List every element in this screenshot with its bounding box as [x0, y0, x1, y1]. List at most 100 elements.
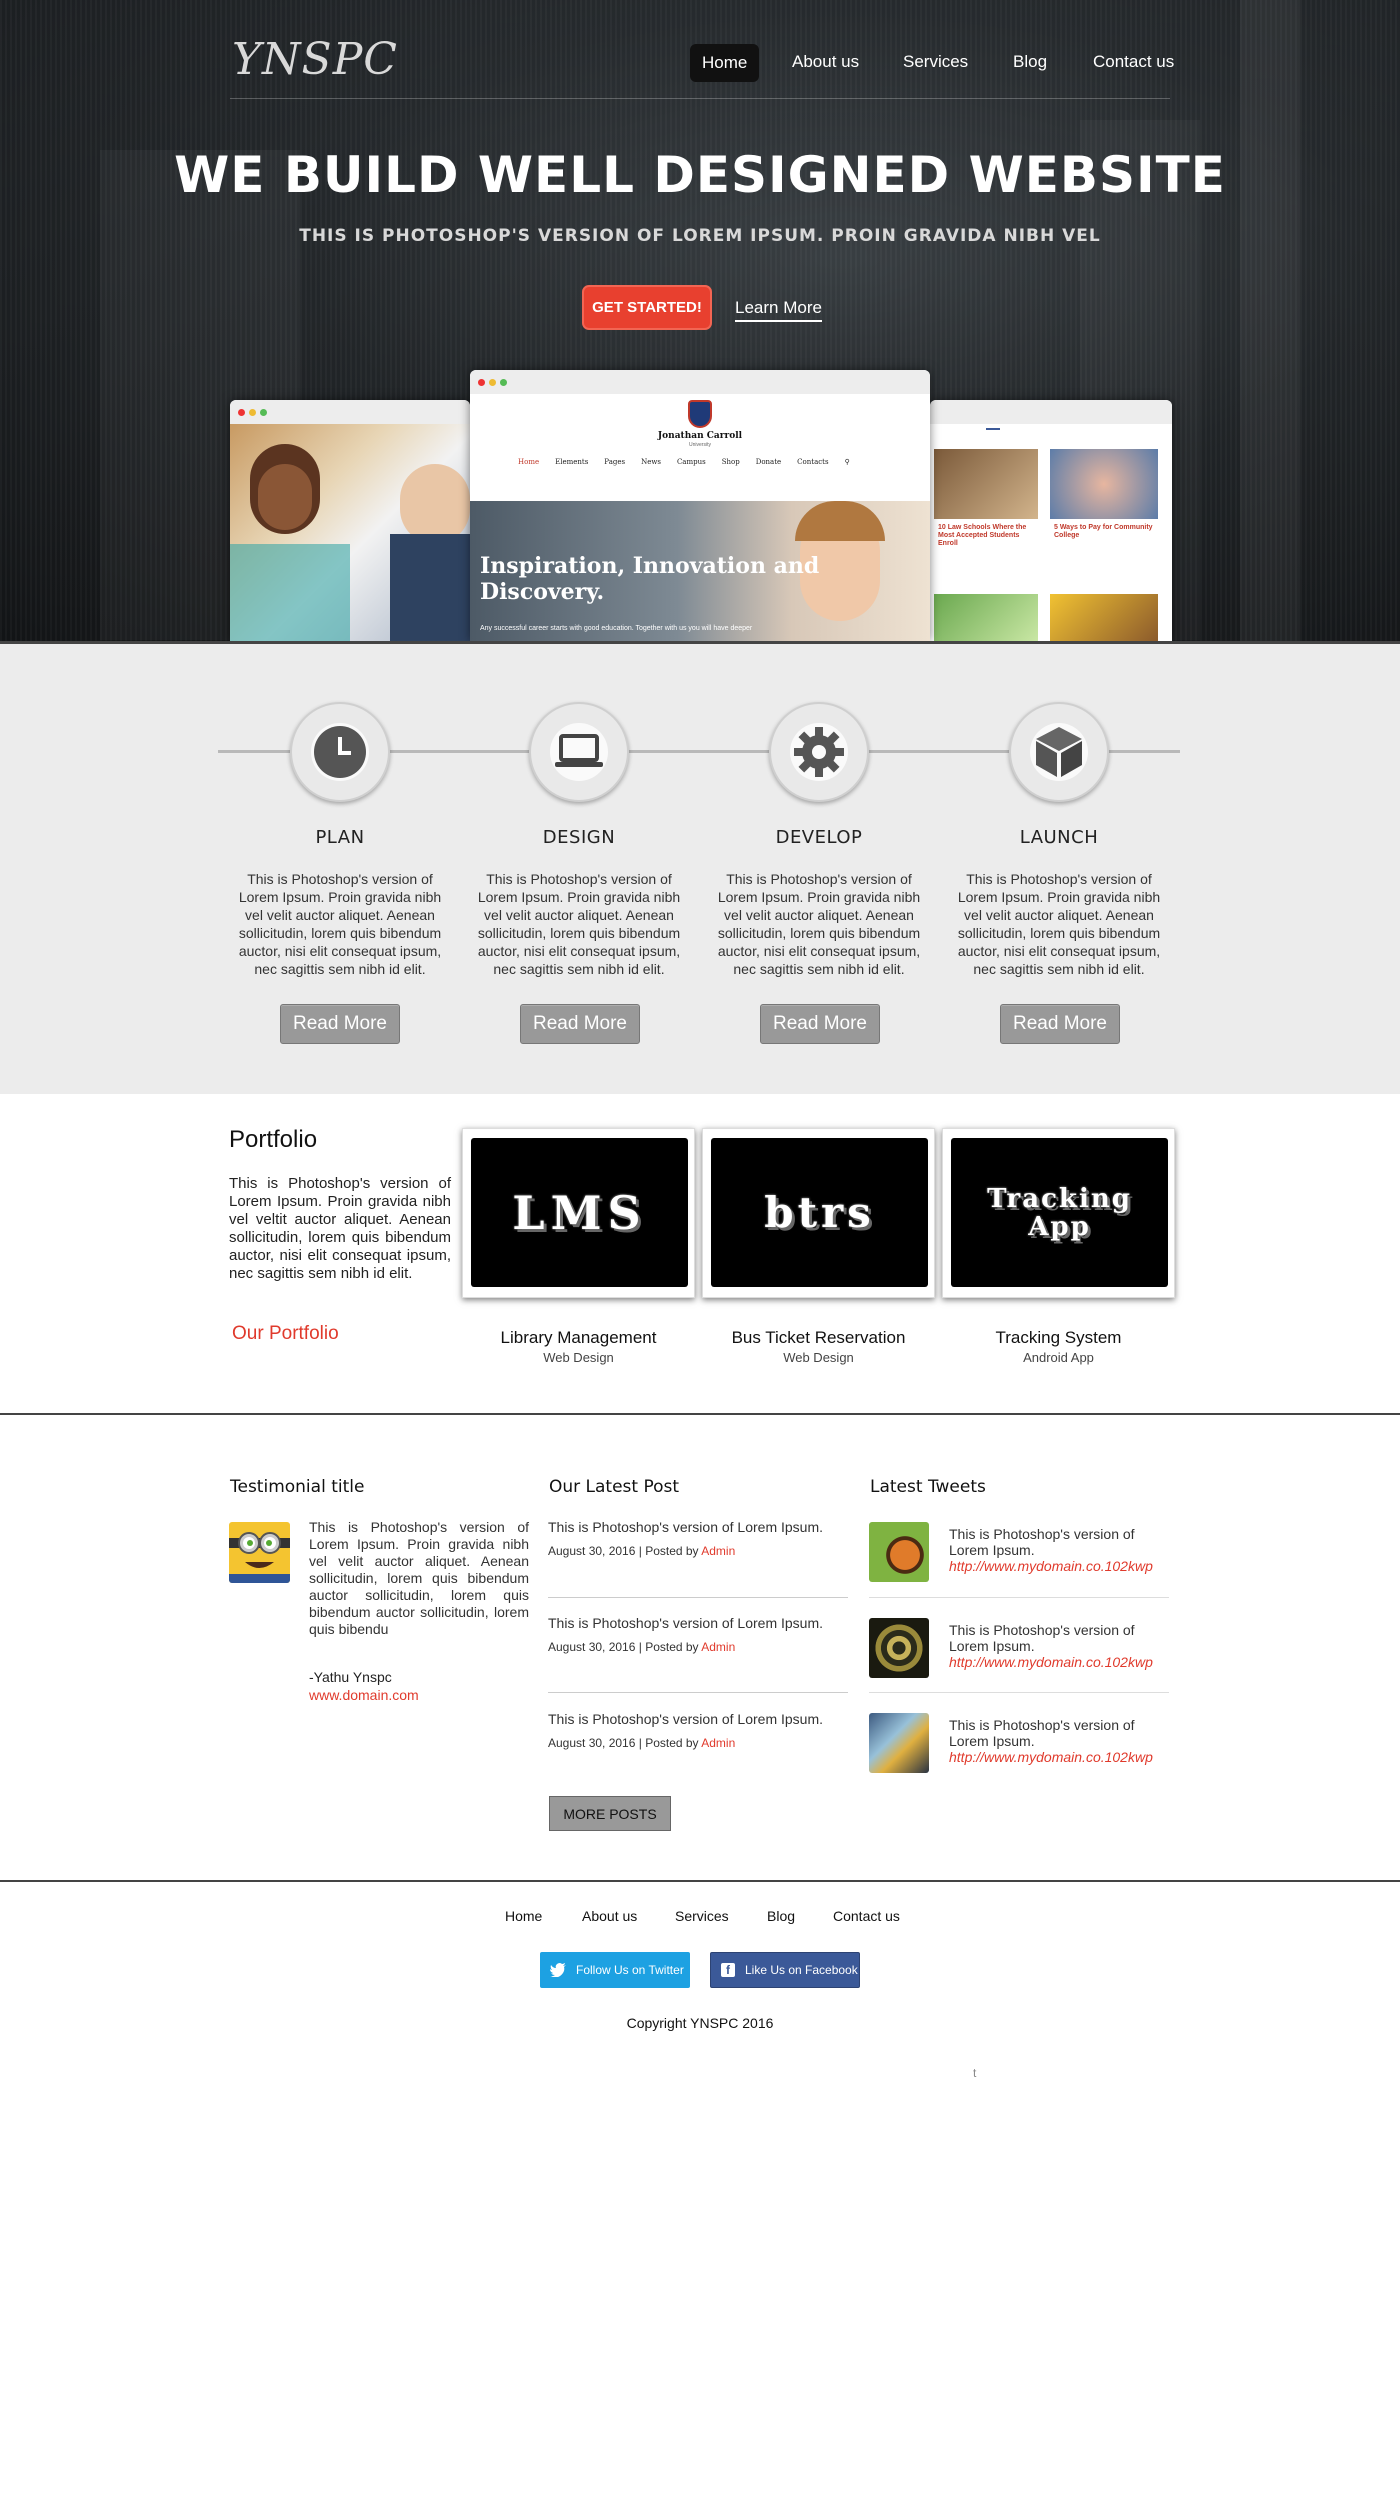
- latest-tweets-title: Latest Tweets: [870, 1477, 986, 1497]
- butterfly-thumbnail: [869, 1522, 929, 1582]
- portfolio-desc: This is Photoshop's version of Lorem Ips…: [229, 1175, 451, 1282]
- mockup-menu: Home Elements Pages News Campus Shop Don…: [518, 458, 850, 466]
- facebook-label: Like Us on Facebook: [745, 1963, 858, 1977]
- mockup-left: [230, 400, 470, 641]
- step-desc-launch: This is Photoshop's version of Lorem Ips…: [957, 871, 1161, 977]
- footer-nav-home[interactable]: Home: [505, 1908, 542, 1924]
- learn-more-link[interactable]: Learn More: [735, 298, 822, 322]
- tweet-text: This is Photoshop's version of Lorem Ips…: [949, 1622, 1169, 1670]
- step-title-plan: PLAN: [315, 827, 365, 848]
- post-author-link[interactable]: Admin: [701, 1736, 735, 1750]
- post-meta: August 30, 2016 | Posted by Admin: [548, 1736, 848, 1750]
- post-author-link[interactable]: Admin: [701, 1544, 735, 1558]
- post-text: This is Photoshop's version of Lorem Ips…: [548, 1615, 824, 1631]
- plan-circle: [290, 702, 390, 802]
- clock-icon: [314, 726, 366, 778]
- tweet-link[interactable]: http://www.mydomain.co.102kwp: [949, 1558, 1169, 1574]
- news-photo: [934, 594, 1038, 641]
- btrs-thumbnail: btrs: [711, 1138, 928, 1287]
- tweet-body: This is Photoshop's version of Lorem Ips…: [949, 1526, 1135, 1558]
- post-text: This is Photoshop's version of Lorem Ips…: [548, 1711, 824, 1727]
- tweet-text: This is Photoshop's version of Lorem Ips…: [949, 1717, 1169, 1765]
- mockup-menu-item: Pages: [604, 458, 626, 466]
- testimonial-title: Testimonial title: [230, 1477, 365, 1497]
- mockup-banner-title: Inspiration, Innovation and Discovery.: [480, 553, 820, 605]
- nav-divider: [230, 98, 1170, 99]
- mockup-center: Jonathan Carroll University Home Element…: [470, 370, 930, 641]
- nav-contact[interactable]: Contact us: [1093, 52, 1174, 72]
- mockup-menu-item: Campus: [676, 458, 706, 466]
- background-blur: [1240, 0, 1300, 641]
- post-text: This is Photoshop's version of Lorem Ips…: [548, 1519, 824, 1535]
- mockup-right: 10 Law Schools Where the Most Accepted S…: [930, 400, 1172, 641]
- nav-services[interactable]: Services: [903, 52, 968, 72]
- post-separator: [548, 1597, 848, 1598]
- news-photo: [934, 449, 1038, 519]
- twitter-follow-button[interactable]: Follow Us on Twitter: [540, 1952, 690, 1988]
- tweet-separator: [869, 1692, 1169, 1693]
- read-more-button-design[interactable]: Read More: [520, 1004, 640, 1044]
- post-item[interactable]: This is Photoshop's version of Lorem Ips…: [548, 1711, 848, 1750]
- twitter-label: Follow Us on Twitter: [576, 1963, 684, 1977]
- copyright: Copyright YNSPC 2016: [626, 2015, 774, 2031]
- footer-nav-contact[interactable]: Contact us: [833, 1908, 900, 1924]
- post-date: August 30, 2016 | Posted by: [548, 1544, 702, 1558]
- post-author-link[interactable]: Admin: [701, 1640, 735, 1654]
- mockup-menu-item: Home: [518, 458, 540, 466]
- process-section: PLAN DESIGN DEVELOP LAUNCH This is Photo…: [0, 641, 1400, 1094]
- launch-circle: [1009, 702, 1109, 802]
- portfolio-type: Web Design: [543, 1350, 614, 1365]
- footer-nav-services[interactable]: Services: [675, 1908, 729, 1924]
- stray-text: t: [973, 2066, 977, 2080]
- step-title-design: DESIGN: [542, 827, 616, 848]
- laptop-icon: [555, 734, 603, 767]
- nav-blog[interactable]: Blog: [1013, 52, 1047, 72]
- mockup-banner: Inspiration, Innovation and Discovery. A…: [470, 501, 930, 641]
- facebook-icon: f: [721, 1963, 735, 1977]
- news-photo: [1050, 449, 1158, 519]
- portfolio-card-btrs[interactable]: btrs: [702, 1128, 935, 1298]
- our-portfolio-link[interactable]: Our Portfolio: [232, 1323, 339, 1345]
- university-crest-icon: [688, 400, 712, 428]
- step-title-launch: LAUNCH: [1019, 827, 1099, 848]
- portfolio-type: Web Design: [783, 1350, 854, 1365]
- facebook-like-button[interactable]: f Like Us on Facebook: [710, 1952, 860, 1988]
- step-desc-develop: This is Photoshop's version of Lorem Ips…: [717, 871, 921, 977]
- read-more-button-develop[interactable]: Read More: [760, 1004, 880, 1044]
- portfolio-name[interactable]: Tracking System: [942, 1328, 1175, 1348]
- post-item[interactable]: This is Photoshop's version of Lorem Ips…: [548, 1519, 848, 1558]
- gear-icon: [794, 727, 844, 777]
- tweet-body: This is Photoshop's version of Lorem Ips…: [949, 1622, 1135, 1654]
- mockup-menu-item: Elements: [555, 458, 589, 466]
- testimonial-link[interactable]: www.domain.com: [309, 1687, 419, 1703]
- portfolio-title: Portfolio: [229, 1126, 318, 1153]
- post-item[interactable]: This is Photoshop's version of Lorem Ips…: [548, 1615, 848, 1654]
- mockup-titlebar: [230, 400, 470, 424]
- bird-thumbnail: [869, 1713, 929, 1773]
- portfolio-name[interactable]: Bus Ticket Reservation: [702, 1328, 935, 1348]
- post-separator: [548, 1692, 848, 1693]
- read-more-button-plan[interactable]: Read More: [280, 1004, 400, 1044]
- step-desc-plan: This is Photoshop's version of Lorem Ips…: [238, 871, 442, 977]
- portfolio-type: Android App: [1023, 1350, 1094, 1365]
- tweet-body: This is Photoshop's version of Lorem Ips…: [949, 1717, 1135, 1749]
- develop-circle: [769, 702, 869, 802]
- read-more-button-launch[interactable]: Read More: [1000, 1004, 1120, 1044]
- spiral-thumbnail: [869, 1618, 929, 1678]
- post-meta: August 30, 2016 | Posted by Admin: [548, 1640, 848, 1654]
- mockup-menu-item: Contacts: [797, 458, 829, 466]
- footer-nav-about[interactable]: About us: [582, 1908, 637, 1924]
- cube-icon: [1036, 727, 1082, 777]
- nav-home[interactable]: Home: [690, 44, 760, 82]
- latest-post-title: Our Latest Post: [549, 1477, 680, 1497]
- tweet-link[interactable]: http://www.mydomain.co.102kwp: [949, 1749, 1169, 1765]
- portfolio-name[interactable]: Library Management: [462, 1328, 695, 1348]
- get-started-button[interactable]: Get Started!: [582, 285, 712, 330]
- footer-nav-blog[interactable]: Blog: [767, 1908, 795, 1924]
- students-photo: [230, 424, 470, 641]
- portfolio-card-tracking[interactable]: Tracking App: [942, 1128, 1175, 1298]
- portfolio-card-lms[interactable]: LMS: [462, 1128, 695, 1298]
- more-posts-button[interactable]: MORE POSTS: [549, 1796, 671, 1831]
- tweet-link[interactable]: http://www.mydomain.co.102kwp: [949, 1654, 1169, 1670]
- nav-about[interactable]: About us: [792, 52, 859, 72]
